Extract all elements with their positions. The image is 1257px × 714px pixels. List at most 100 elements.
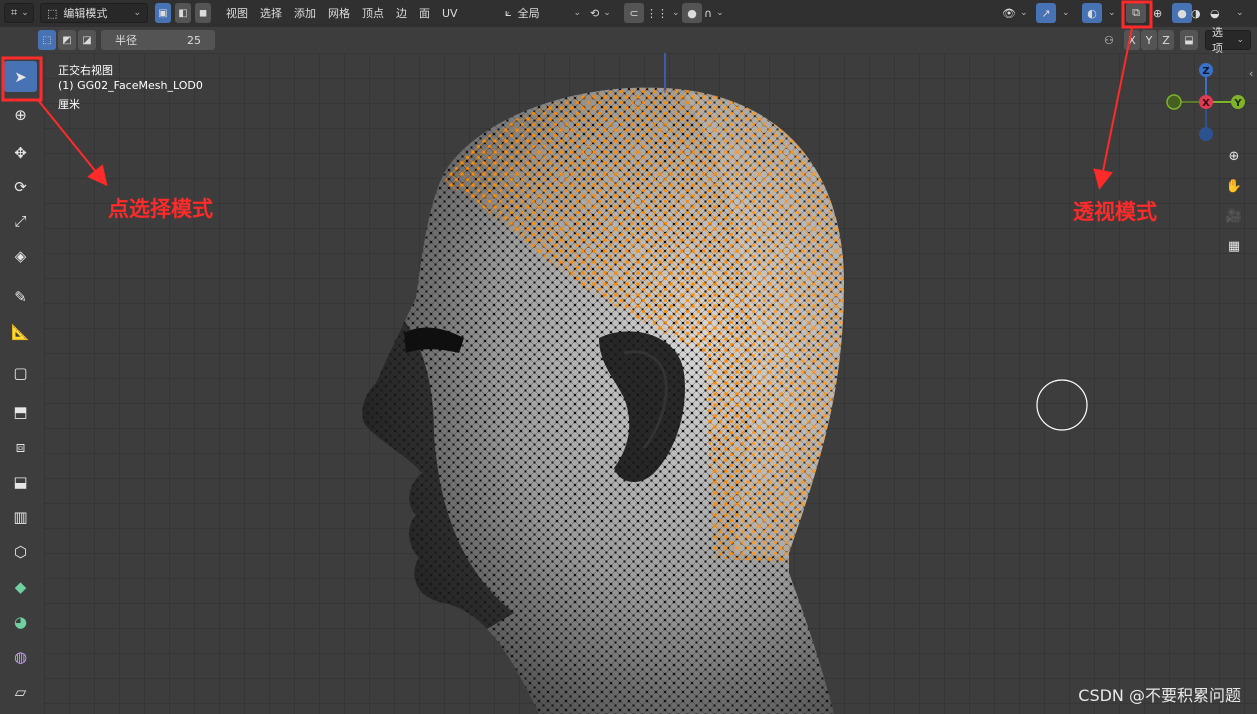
select-new-button[interactable]: ⬚ <box>38 30 56 50</box>
bevel-icon: ⬓ <box>13 472 28 491</box>
select-extend-button[interactable]: ◩ <box>58 30 76 50</box>
chevron-down-icon: ⌄ <box>1236 8 1244 18</box>
chevron-down-icon: ⌄ <box>1108 8 1116 18</box>
gizmo-y-label: Y <box>1233 98 1242 109</box>
eye-icon: 👁 <box>1002 6 1016 20</box>
add-cube-tool[interactable]: ▢ <box>4 357 37 388</box>
knife-tool[interactable]: ⬡ <box>4 536 37 567</box>
header-bar: ⌗ ⌄ ⬚ 编辑模式 ⌄ ▣ ◧ ◼ 视图 选择 添加 网格 顶点 边 面 UV … <box>0 0 1257 28</box>
extrude-tool[interactable]: ⬒ <box>4 396 37 427</box>
shading-rendered-button[interactable]: ◒ <box>1210 3 1230 23</box>
gizmo-toggle[interactable]: ↗ <box>1036 3 1056 23</box>
mirror-x-toggle[interactable]: X <box>1124 30 1140 50</box>
menu-uv[interactable]: UV <box>436 7 464 20</box>
measure-tool[interactable]: 📐 <box>4 316 37 347</box>
shading-wireframe-button[interactable]: ⊕ <box>1153 3 1173 23</box>
edit-mode-icon: ⬚ <box>47 6 58 20</box>
snap-toggle[interactable]: ⊂ <box>624 3 644 23</box>
menu-face[interactable]: 面 <box>413 5 436 21</box>
overlays-icon: ◐ <box>1087 6 1097 20</box>
face-select-button[interactable]: ◼ <box>195 3 211 23</box>
cursor-tool[interactable]: ⊕ <box>4 99 37 130</box>
material-sphere-icon: ◑ <box>1191 6 1201 20</box>
loop-cut-tool[interactable]: ▥ <box>4 501 37 532</box>
gizmo-dropdown[interactable]: ⌄ <box>1058 3 1074 23</box>
menu-select[interactable]: 选择 <box>254 5 288 21</box>
auto-merge-toggle[interactable]: ⬓ <box>1180 30 1198 50</box>
grid-icon: ▦ <box>1227 238 1241 254</box>
visibility-dropdown[interactable]: 👁 ⌄ <box>1002 3 1032 23</box>
pivot-point-dropdown[interactable]: ⟲ ⌄ <box>590 3 618 23</box>
mirror-y-toggle[interactable]: Y <box>1141 30 1157 50</box>
transform-tool[interactable]: ◈ <box>4 240 37 271</box>
shear-tool[interactable]: ▱ <box>4 676 37 707</box>
pan-button[interactable]: ✋ <box>1222 174 1246 198</box>
vertex-select-button[interactable]: ▣ <box>155 3 171 23</box>
smooth-tool[interactable]: ◍ <box>4 641 37 672</box>
cursor-select-icon: ➤ <box>14 67 27 86</box>
proportional-edit-toggle[interactable]: ● <box>682 3 702 23</box>
poly-build-tool[interactable]: ◆ <box>4 571 37 602</box>
menu-vertex[interactable]: 顶点 <box>356 5 390 21</box>
pivot-icon: ⟲ <box>590 6 600 20</box>
transform-orientation-dropdown[interactable]: ⟀ 全局 ⌄ <box>505 3 581 23</box>
navigation-gizmo[interactable]: Z Y X <box>1161 58 1251 148</box>
zoom-button[interactable]: ⊕ <box>1222 144 1246 168</box>
editor-type-icon: ⌗ <box>11 6 18 19</box>
menu-add[interactable]: 添加 <box>288 5 322 21</box>
radius-field[interactable]: 半径 25 <box>101 30 215 50</box>
rotate-tool[interactable]: ⟳ <box>4 171 37 202</box>
mode-dropdown[interactable]: ⬚ 编辑模式 ⌄ <box>40 3 148 23</box>
orientation-icon: ⟀ <box>505 6 512 19</box>
butterfly-icon: ⚇ <box>1104 33 1114 47</box>
annotate-tool[interactable]: ✎ <box>4 281 37 312</box>
options-dropdown[interactable]: 选项 ⌄ <box>1205 26 1251 55</box>
gizmo-x-label: X <box>1202 98 1210 109</box>
transform-orientation-label: 全局 <box>517 7 540 20</box>
camera-view-button[interactable]: 🎥 <box>1222 204 1246 228</box>
face-select-icon: ◼ <box>198 7 208 19</box>
proportional-icon: ● <box>687 6 697 20</box>
options-label: 选项 <box>1212 26 1223 55</box>
chevron-down-icon: ⌄ <box>603 8 611 18</box>
transform-icon: ◈ <box>14 246 27 265</box>
poly-build-icon: ◆ <box>14 577 27 596</box>
snap-dropdown[interactable]: ⋮⋮ ⌄ <box>646 3 680 23</box>
inset-tool[interactable]: ⧈ <box>4 431 37 462</box>
bevel-tool[interactable]: ⬓ <box>4 466 37 497</box>
sidebar-toggle-icon[interactable]: ‹ <box>1249 67 1253 80</box>
mirror-icon-button[interactable]: ⚇ <box>1104 30 1122 50</box>
editor-type-dropdown[interactable]: ⌗ ⌄ <box>4 3 34 23</box>
3d-viewport[interactable]: Z Y X ⊕ ✋ 🎥 ▦ ‹ <box>44 53 1257 714</box>
head-mesh-render <box>362 53 1088 714</box>
shear-icon: ▱ <box>14 682 27 701</box>
menu-view[interactable]: 视图 <box>220 5 254 21</box>
mirror-z-toggle[interactable]: Z <box>1158 30 1174 50</box>
menu-edge[interactable]: 边 <box>390 5 413 21</box>
menu-mesh[interactable]: 网格 <box>322 5 356 21</box>
camera-icon: 🎥 <box>1225 208 1243 224</box>
mode-dropdown-label: 编辑模式 <box>63 7 108 20</box>
crosshair-icon: ⊕ <box>14 105 27 124</box>
chevron-down-icon: ⌄ <box>1062 8 1070 18</box>
overlays-dropdown[interactable]: ⌄ <box>1104 3 1120 23</box>
shading-solid-button[interactable]: ● <box>1172 3 1192 23</box>
gizmo-neg-z-axis[interactable] <box>1199 127 1213 141</box>
annotate-icon: ✎ <box>14 287 27 306</box>
spin-tool[interactable]: ◕ <box>4 606 37 637</box>
xray-toggle-button[interactable]: ⧉ <box>1126 3 1146 23</box>
wireframe-sphere-icon: ⊕ <box>1153 6 1163 20</box>
falloff-dropdown[interactable]: ∩ ⌄ <box>704 3 732 23</box>
gizmo-neg-y-axis[interactable] <box>1166 94 1182 110</box>
rendered-sphere-icon: ◒ <box>1210 6 1220 20</box>
ortho-toggle-button[interactable]: ▦ <box>1222 234 1246 258</box>
edge-select-button[interactable]: ◧ <box>175 3 191 23</box>
select-subtract-button[interactable]: ◪ <box>78 30 96 50</box>
spin-icon: ◕ <box>13 612 28 631</box>
shading-material-button[interactable]: ◑ <box>1191 3 1211 23</box>
shading-dropdown[interactable]: ⌄ <box>1232 3 1248 23</box>
move-tool[interactable]: ✥ <box>4 137 37 168</box>
select-tool[interactable]: ➤ <box>4 61 37 92</box>
scale-tool[interactable]: ⤢ <box>4 205 37 236</box>
overlays-toggle[interactable]: ◐ <box>1082 3 1102 23</box>
